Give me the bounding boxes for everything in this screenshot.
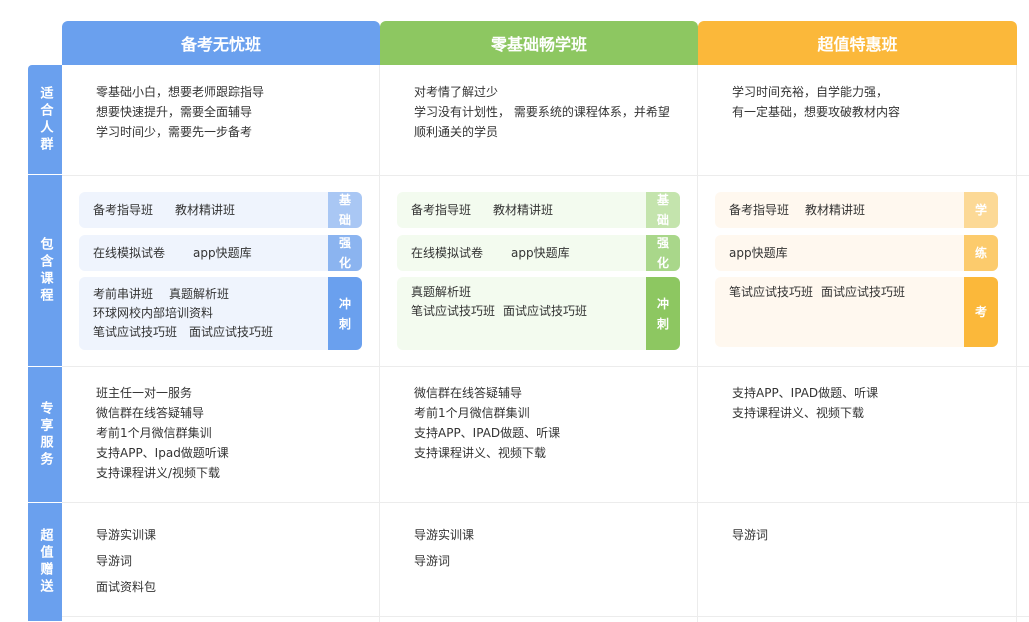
stage-tag-basic: 基础 [646, 192, 680, 228]
row-label-audience: 适合人群 [28, 65, 62, 175]
row-divider [62, 366, 1029, 367]
row-divider [62, 502, 1029, 503]
services-plan1: 班主任一对一服务 微信群在线答疑辅导 考前1个月微信群集训 支持APP、Ipad… [96, 386, 229, 480]
column-divider [697, 65, 698, 622]
plan-header-value: 超值特惠班 [698, 21, 1017, 65]
audience-plan3: 学习时间充裕，自学能力强， 有一定基础，想要攻破教材内容 [732, 85, 901, 119]
row-divider [62, 175, 1029, 176]
gifts-plan1: 导游实训课 导游词 面试资料包 [96, 528, 157, 594]
stage-tag-sprint: 冲刺 [646, 277, 680, 350]
plan-title: 备考无忧班 [180, 35, 261, 54]
course-block-strengthen: 在线模拟试卷 app快题库 强化 [397, 235, 680, 271]
stage-tag-exam: 考 [964, 277, 998, 347]
plan-title: 零基础畅学班 [490, 35, 587, 54]
stage-tag-learn: 学 [964, 192, 998, 228]
row-divider [62, 616, 1029, 617]
column-divider [379, 65, 380, 622]
stage-tag-sprint: 冲刺 [328, 277, 362, 350]
course-block-basic: 备考指导班 教材精讲班 基础 [397, 192, 680, 228]
course-block-sprint: 真题解析班 笔试应试技巧班 面试应试技巧班 冲刺 [397, 277, 680, 350]
audience-plan2: 对考情了解过少 学习没有计划性， 需要系统的课程体系，并希望 顺利通关的学员 [414, 85, 670, 139]
stage-tag-strengthen: 强化 [646, 235, 680, 271]
row-label-gifts: 超值赠送 [28, 503, 62, 622]
gifts-plan2: 导游实训课 导游词 [414, 528, 475, 568]
stage-tag-basic: 基础 [328, 192, 362, 228]
column-divider [1016, 65, 1017, 622]
row-label-courses: 包含课程 [28, 175, 62, 367]
services-plan3: 支持APP、IPAD做题、听课 支持课程讲义、视频下载 [732, 386, 879, 420]
stage-tag-practice: 练 [964, 235, 998, 271]
course-block-exam: 笔试应试技巧班 面试应试技巧班 考 [715, 277, 998, 347]
course-block-strengthen: 在线模拟试卷 app快题库 强化 [79, 235, 362, 271]
stage-tag-strengthen: 强化 [328, 235, 362, 271]
services-plan2: 微信群在线答疑辅导 考前1个月微信群集训 支持APP、IPAD做题、听课 支持课… [414, 386, 561, 460]
gifts-plan3: 导游词 [732, 528, 769, 542]
row-label-services: 专享服务 [28, 367, 62, 503]
course-block-basic: 备考指导班 教材精讲班 基础 [79, 192, 362, 228]
plan-header-zero-basis: 零基础畅学班 [380, 21, 698, 65]
course-block-practice: app快题库 练 [715, 235, 998, 271]
plan-header-exam-worry-free: 备考无忧班 [62, 21, 380, 65]
plan-title: 超值特惠班 [817, 35, 898, 54]
audience-plan1: 零基础小白，想要老师跟踪指导 想要快速提升，需要全面辅导 学习时间少，需要先一步… [96, 85, 265, 139]
course-block-learn: 备考指导班 教材精讲班 学 [715, 192, 998, 228]
course-block-sprint: 考前串讲班 真题解析班 环球网校内部培训资料 笔试应试技巧班 面试应试技巧班 冲刺 [79, 277, 362, 350]
